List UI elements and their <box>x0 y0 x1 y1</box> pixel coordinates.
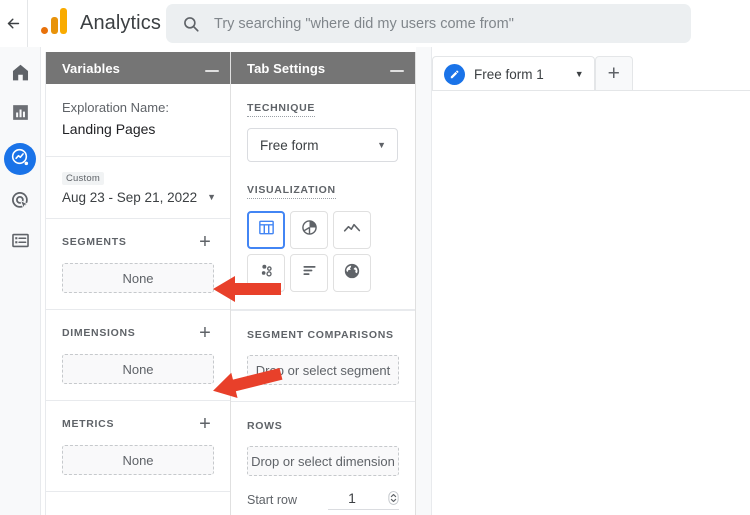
tab-settings-panel-title: Tab Settings <box>247 61 325 76</box>
technique-value: Free form <box>260 138 319 153</box>
sidebar-item-home[interactable] <box>8 63 32 87</box>
variables-panel-body: Exploration Name: Landing Pages Custom A… <box>46 84 230 492</box>
search-icon <box>182 15 200 33</box>
donut-chart-icon <box>300 218 319 242</box>
tab-bar: Free form 1 ▼ + <box>432 56 633 91</box>
nav-rail <box>0 47 40 515</box>
analytics-explore-page: Analytics Try searching "where did my us… <box>0 0 750 515</box>
canvas-left-strip <box>416 47 432 515</box>
viz-donut-chart[interactable] <box>290 211 328 249</box>
start-row-control: Start row 1 <box>247 490 399 510</box>
variables-panel-header: Variables <box>46 52 230 84</box>
add-metric-button[interactable]: + <box>196 415 214 433</box>
metrics-label: METRICS <box>62 418 114 430</box>
home-icon <box>10 62 31 88</box>
tab-free-form-1[interactable]: Free form 1 ▼ <box>432 56 595 91</box>
segments-label: SEGMENTS <box>62 236 127 248</box>
viz-geo-map[interactable] <box>333 254 371 292</box>
brand-title: Analytics <box>80 12 161 35</box>
add-segment-button[interactable]: + <box>196 233 214 251</box>
tab-label: Free form 1 <box>474 67 544 82</box>
sidebar-item-advertising[interactable] <box>8 191 32 215</box>
segment-comparisons-section: SEGMENT COMPARISONS Drop or select segme… <box>231 310 415 402</box>
google-analytics-logo <box>37 0 71 47</box>
viz-scatter-plot[interactable] <box>247 254 285 292</box>
start-row-label: Start row <box>247 493 297 507</box>
sidebar-item-reports[interactable] <box>8 103 32 127</box>
rail-divider <box>40 47 41 515</box>
search-input[interactable]: Try searching "where did my users come f… <box>214 16 514 32</box>
explore-icon <box>10 147 30 172</box>
line-chart-icon <box>342 218 362 243</box>
list-icon <box>10 230 31 256</box>
exploration-canvas: Free form 1 ▼ + <box>416 47 750 515</box>
date-range-value: Aug 23 - Sep 21, 2022 <box>62 190 197 205</box>
bar-chart-icon <box>300 261 319 285</box>
exploration-name-value[interactable]: Landing Pages <box>62 118 214 140</box>
start-row-stepper[interactable]: 1 <box>328 490 399 510</box>
variables-panel: Variables Exploration Name: Landing Page… <box>45 52 231 515</box>
segments-value[interactable]: None <box>62 263 214 293</box>
dimensions-value[interactable]: None <box>62 354 214 384</box>
variables-panel-title: Variables <box>62 61 120 76</box>
chevron-down-icon: ▼ <box>377 141 386 150</box>
visualization-label: VISUALIZATION <box>247 184 336 199</box>
topbar-divider <box>27 0 28 47</box>
segment-comparisons-dropzone[interactable]: Drop or select segment <box>247 355 399 385</box>
stepper-arrows-icon[interactable] <box>388 491 399 505</box>
rows-label: ROWS <box>247 420 282 432</box>
start-row-value[interactable]: 1 <box>328 490 376 506</box>
add-tab-button[interactable]: + <box>595 56 633 91</box>
metrics-section: METRICS + None <box>46 401 230 492</box>
dimensions-section: DIMENSIONS + None <box>46 310 230 401</box>
target-icon <box>10 190 31 216</box>
tab-settings-panel: Tab Settings TECHNIQUE Free form ▼ VISUA… <box>231 52 416 515</box>
segment-comparisons-label: SEGMENT COMPARISONS <box>247 329 394 341</box>
top-bar: Analytics Try searching "where did my us… <box>0 0 750 47</box>
add-dimension-button[interactable]: + <box>196 324 214 342</box>
visualization-section: VISUALIZATION <box>231 180 415 310</box>
viz-bar-chart[interactable] <box>290 254 328 292</box>
search-bar[interactable]: Try searching "where did my users come f… <box>166 4 691 43</box>
table-icon <box>257 218 276 242</box>
technique-select[interactable]: Free form ▼ <box>247 128 398 162</box>
date-range-chip: Custom <box>62 172 104 185</box>
back-arrow-icon[interactable] <box>0 0 27 47</box>
globe-icon <box>342 261 362 286</box>
pencil-icon <box>444 64 465 85</box>
bar-chart-icon <box>10 102 31 128</box>
rows-section: ROWS Drop or select dimension Start row … <box>231 402 415 515</box>
dimensions-label: DIMENSIONS <box>62 327 136 339</box>
date-range-selector[interactable]: Custom Aug 23 - Sep 21, 2022 ▼ <box>46 157 230 219</box>
chevron-down-icon: ▼ <box>207 193 216 205</box>
technique-label: TECHNIQUE <box>247 102 315 117</box>
minimize-icon[interactable] <box>390 70 404 72</box>
viz-free-form-table[interactable] <box>247 211 285 249</box>
tab-bar-rule <box>432 90 750 91</box>
scatter-plot-icon <box>257 261 276 285</box>
technique-section: TECHNIQUE Free form ▼ <box>231 84 415 180</box>
exploration-name-block: Exploration Name: Landing Pages <box>46 84 230 157</box>
segments-section: SEGMENTS + None <box>46 219 230 310</box>
sidebar-item-explore[interactable] <box>4 143 36 175</box>
exploration-name-label: Exploration Name: <box>62 98 214 117</box>
rows-dropzone[interactable]: Drop or select dimension <box>247 446 399 476</box>
tab-settings-panel-body: TECHNIQUE Free form ▼ VISUALIZATION <box>231 84 415 515</box>
minimize-icon[interactable] <box>205 70 219 72</box>
metrics-value[interactable]: None <box>62 445 214 475</box>
visualization-grid <box>247 211 399 292</box>
sidebar-item-configure[interactable] <box>8 231 32 255</box>
viz-line-chart[interactable] <box>333 211 371 249</box>
chevron-down-icon[interactable]: ▼ <box>575 69 584 79</box>
tab-settings-panel-header: Tab Settings <box>231 52 415 84</box>
